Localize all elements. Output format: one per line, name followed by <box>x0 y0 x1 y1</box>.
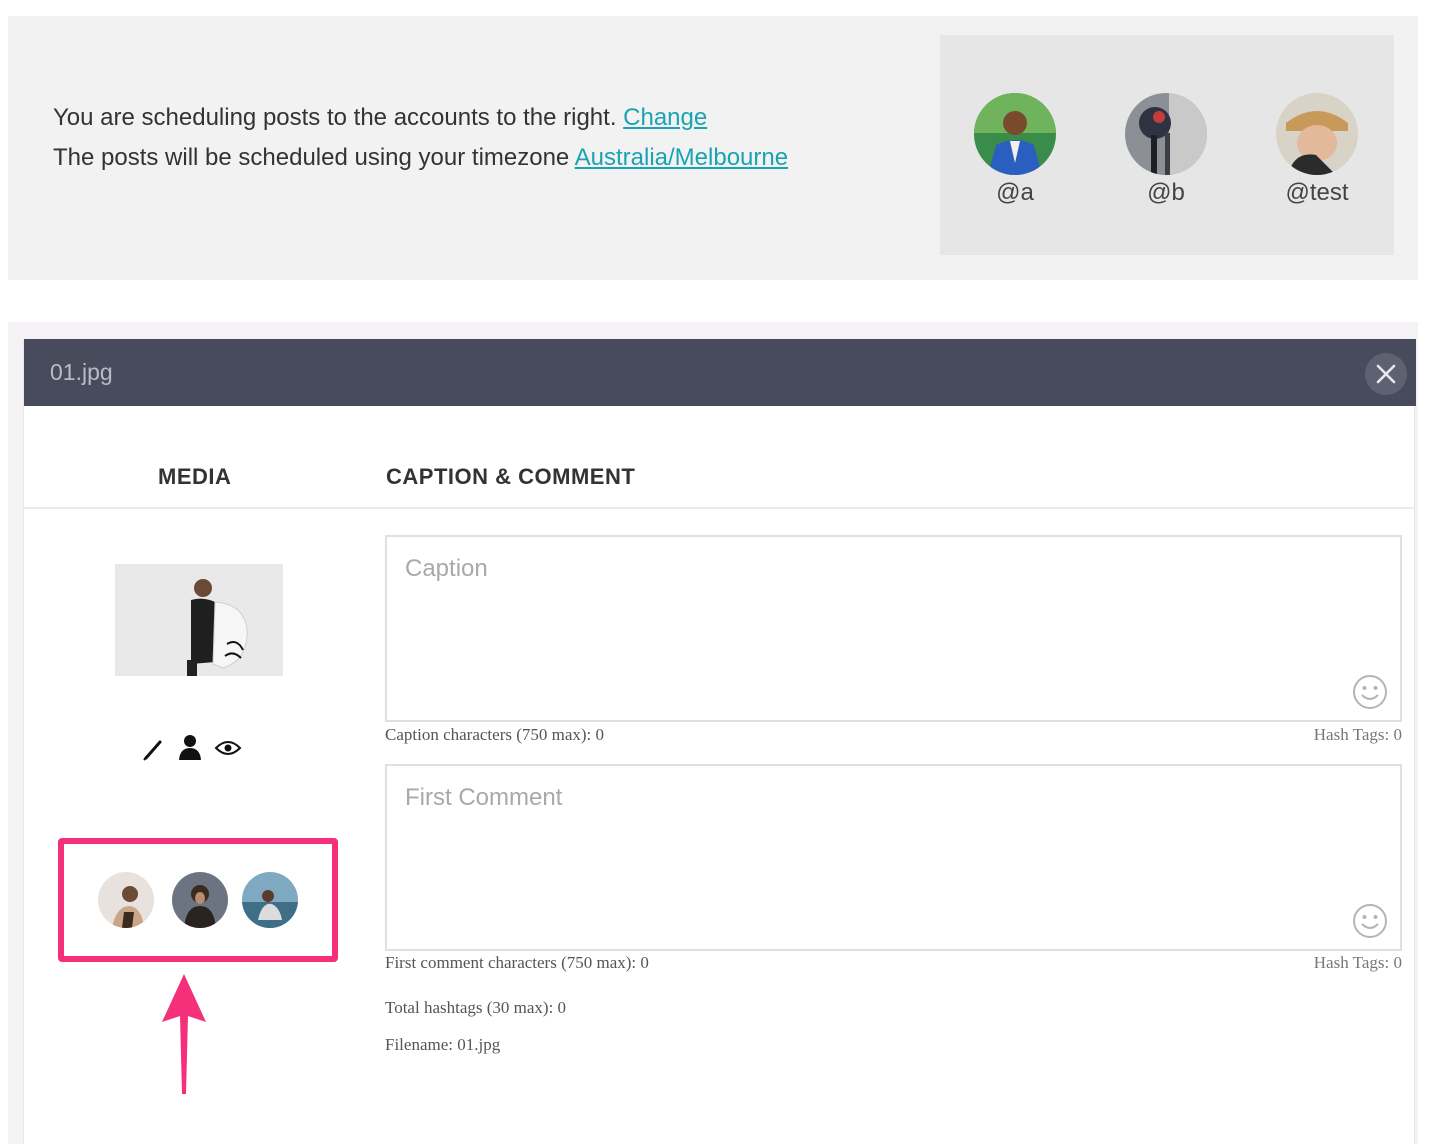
banner-line-accounts: You are scheduling posts to the accounts… <box>53 104 617 131</box>
account-handle: @test <box>1285 179 1349 206</box>
account-item-b[interactable]: @b <box>1116 93 1216 207</box>
person-icon <box>179 735 201 760</box>
caption-emoji-button[interactable] <box>1352 674 1388 710</box>
close-button[interactable] <box>1365 353 1407 395</box>
comment-emoji-button[interactable] <box>1352 903 1388 939</box>
emoji-icon <box>1353 904 1387 938</box>
change-accounts-link[interactable]: Change <box>623 104 707 131</box>
editor-header: 01.jpg <box>24 339 1416 406</box>
tab-caption-comment[interactable]: CAPTION & COMMENT <box>386 464 635 490</box>
filename-label: Filename: 01.jpg <box>385 1035 501 1054</box>
avatar <box>1276 93 1358 175</box>
emoji-icon <box>1353 675 1387 709</box>
tagged-user-avatar[interactable] <box>172 872 228 928</box>
banner-line-timezone: The posts will be scheduled using your t… <box>53 144 570 171</box>
account-item-a[interactable]: @a <box>965 93 1065 207</box>
banner-text: You are scheduling posts to the accounts… <box>53 98 788 178</box>
comment-char-count: First comment characters (750 max): 0 <box>385 953 649 972</box>
close-icon <box>1376 364 1396 384</box>
editor-title: 01.jpg <box>50 359 113 385</box>
caption-hashtag-count: Hash Tags: 0 <box>1313 725 1402 744</box>
caption-char-count: Caption characters (750 max): 0 <box>385 725 605 744</box>
tagged-user-avatar[interactable] <box>242 872 298 928</box>
account-list: @a @b @test <box>940 35 1394 255</box>
media-thumbnail[interactable] <box>115 564 283 676</box>
account-item-test[interactable]: @test <box>1267 93 1367 207</box>
first-comment-placeholder: First Comment <box>405 784 563 811</box>
caption-input[interactable]: Caption <box>385 535 1402 722</box>
caption-placeholder: Caption <box>405 555 488 582</box>
preview-button[interactable] <box>214 738 242 763</box>
tab-media[interactable]: MEDIA <box>158 464 231 490</box>
first-comment-input[interactable]: First Comment <box>385 764 1402 951</box>
avatar <box>974 93 1056 175</box>
media-tools <box>136 734 256 764</box>
account-handle: @b <box>1147 179 1185 206</box>
tagged-users-highlight <box>58 838 338 962</box>
tagged-user-avatar[interactable] <box>98 872 154 928</box>
comment-hashtag-count: Hash Tags: 0 <box>1313 953 1402 972</box>
avatar <box>1125 93 1207 175</box>
arrow-up-icon <box>162 974 206 1094</box>
tag-people-button[interactable] <box>178 734 202 767</box>
timezone-link[interactable]: Australia/Melbourne <box>575 144 788 171</box>
post-editor: 01.jpg MEDIA CAPTION & COMMENT Caption C… <box>23 339 1416 1144</box>
edit-media-button[interactable] <box>142 736 166 767</box>
account-handle: @a <box>996 179 1034 206</box>
total-hashtags: Total hashtags (30 max): 0 <box>385 998 567 1017</box>
pencil-icon <box>143 740 162 761</box>
schedule-banner: You are scheduling posts to the accounts… <box>8 16 1418 280</box>
editor-tabs: MEDIA CAPTION & COMMENT <box>24 406 1416 509</box>
eye-icon <box>214 741 242 755</box>
